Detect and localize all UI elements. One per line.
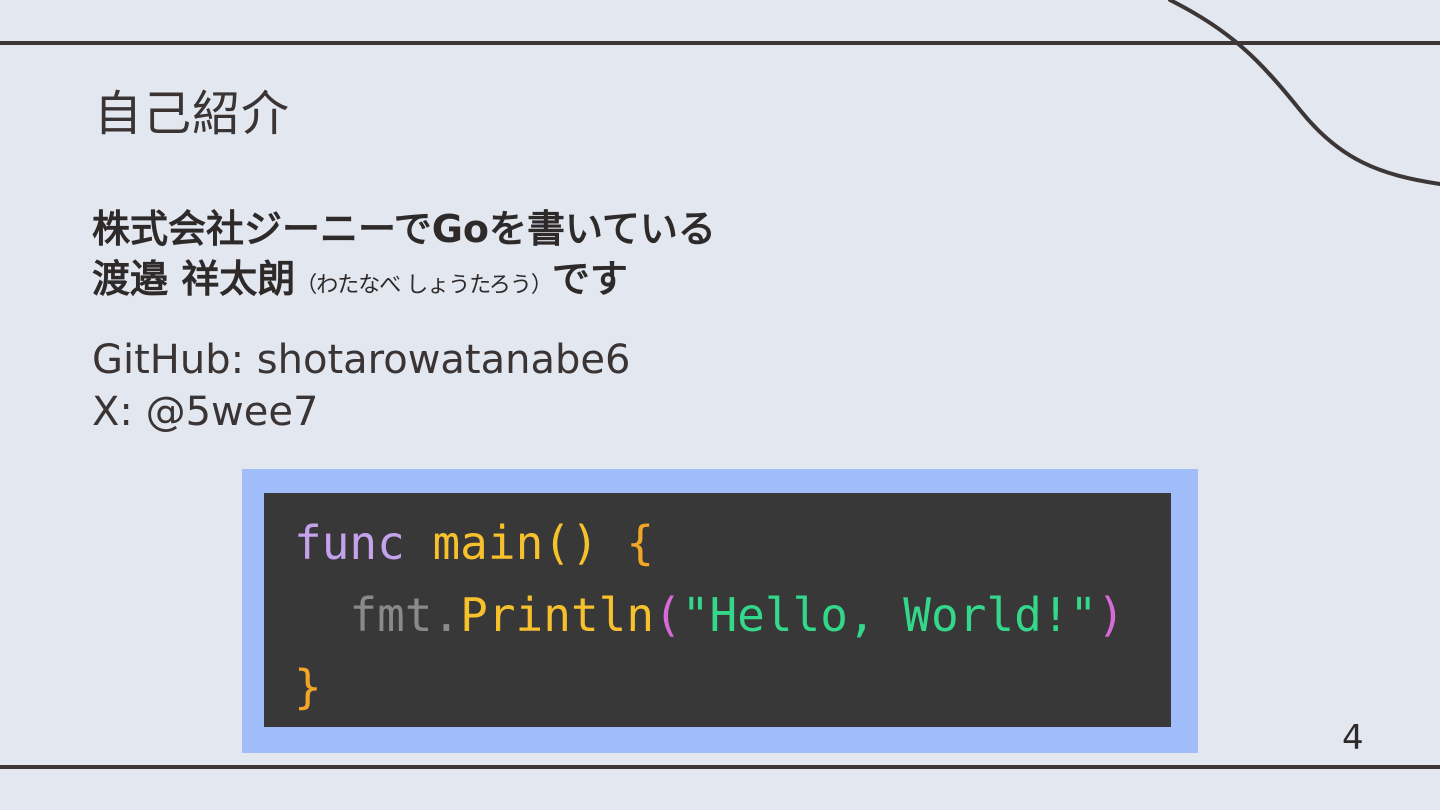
code-close-paren: ) <box>1097 588 1125 642</box>
code-string: "Hello, World!" <box>681 588 1098 642</box>
contact-info: GitHub: shotarowatanabe6 X: @5wee7 <box>92 334 630 438</box>
bottom-rule <box>0 765 1440 769</box>
code-line-1: func main() { <box>294 507 1171 579</box>
code-line-3: } <box>294 651 1171 723</box>
intro-line-company: 株式会社ジーニーでGoを書いている <box>92 207 716 251</box>
page-number: 4 <box>1342 718 1364 758</box>
author-reading: （わたなべ しょうたろう） <box>295 273 553 298</box>
code-open-brace: { <box>598 516 655 570</box>
code-block: func main() { fmt.Println("Hello, World!… <box>264 493 1171 727</box>
github-handle: GitHub: shotarowatanabe6 <box>92 337 631 383</box>
code-open-paren: ( <box>654 588 682 642</box>
code-function-name: main() <box>432 516 599 570</box>
intro-text: 株式会社ジーニーでGoを書いている 渡邉 祥太朗（わたなべ しょうたろう）です <box>92 204 716 311</box>
intro-line-name: 渡邉 祥太朗（わたなべ しょうたろう）です <box>92 254 716 311</box>
author-name: 渡邉 祥太朗 <box>92 257 296 301</box>
code-close-brace: } <box>294 660 322 714</box>
page-title: 自己紹介 <box>94 86 291 142</box>
code-package: fmt. <box>349 588 461 642</box>
code-line-2: fmt.Println("Hello, World!") <box>294 579 1171 651</box>
code-keyword: func <box>294 516 405 570</box>
x-handle: X: @5wee7 <box>92 389 319 435</box>
intro-suffix: です <box>551 257 628 301</box>
top-rule <box>0 41 1440 45</box>
code-method: Println <box>460 588 655 642</box>
